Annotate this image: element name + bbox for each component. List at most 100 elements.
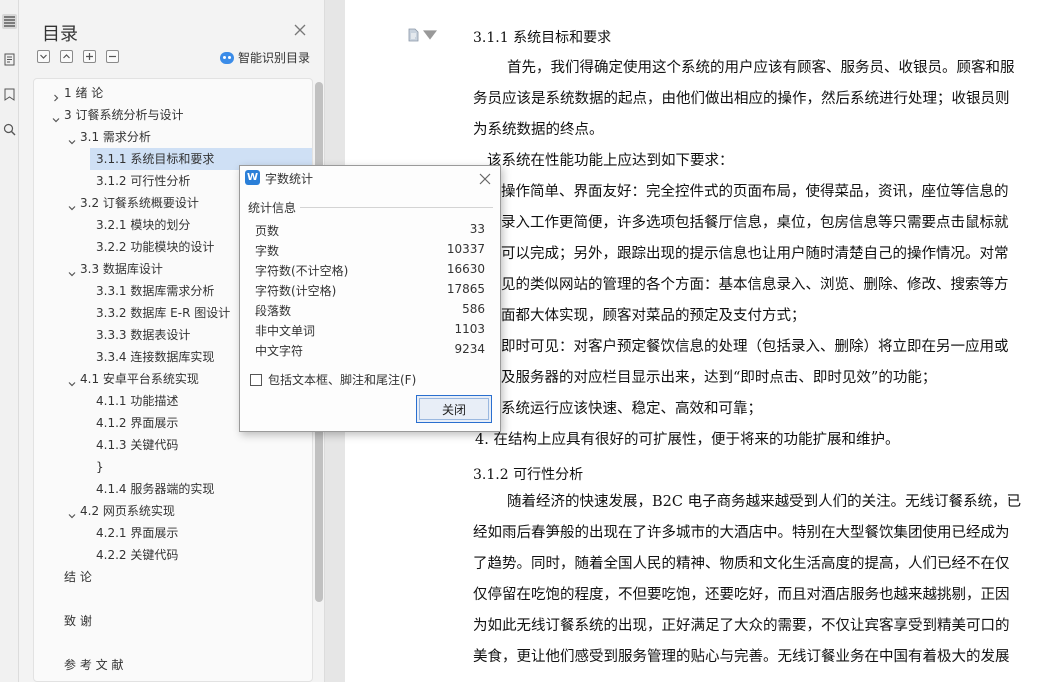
close-icon[interactable]: [478, 171, 492, 185]
toc-item[interactable]: [34, 588, 312, 610]
body-text-line: 首先，我们得确定使用这个系统的用户应该有顾客、服务员、收银员。顾客和服: [507, 60, 1015, 76]
stat-row: 段落数 586: [255, 299, 485, 319]
stat-value: 586: [462, 302, 485, 316]
chevron-down-icon[interactable]: [67, 506, 77, 519]
body-text-line: 系统运行应该快速、稳定、高效和可靠；: [501, 401, 762, 417]
add-heading-button[interactable]: [83, 50, 96, 63]
body-text-line: 4. 在结构上应具有很好的可扩展性，便于将来的功能扩展和维护。: [475, 432, 900, 448]
toc-item[interactable]: }: [34, 456, 312, 478]
toc-item[interactable]: 结 论: [34, 566, 312, 588]
document-icon: [408, 28, 419, 42]
toc-panel-icon[interactable]: [2, 14, 17, 29]
page-thumbnail-icon[interactable]: [2, 52, 17, 67]
stat-label: 字符数(计空格): [255, 284, 337, 298]
dialog-titlebar[interactable]: W 字数统计: [240, 166, 500, 190]
toc-item-label: 3 订餐系统分析与设计: [64, 108, 184, 122]
toc-item-label: 3.3.1 数据库需求分析: [96, 284, 215, 298]
bookmark-icon[interactable]: [2, 87, 17, 102]
nav-title: 目录: [42, 24, 78, 45]
toc-item[interactable]: 4.2 网页系统实现: [34, 500, 312, 522]
toc-item[interactable]: [34, 632, 312, 654]
toc-item[interactable]: 3.1 需求分析: [34, 126, 312, 148]
chevron-down-icon[interactable]: [67, 198, 77, 211]
toc-item-label: 3.1 需求分析: [80, 130, 151, 144]
word-count-dialog: W 字数统计 统计信息 页数 33 字数 10337 字符数(不计空格) 16630 字符数…: [239, 165, 501, 432]
toc-item-label: 4.2.2 关键代码: [96, 548, 179, 562]
checkbox[interactable]: [250, 373, 262, 386]
toc-item-label: 致 谢: [64, 614, 92, 628]
toc-item[interactable]: 参 考 文 献: [34, 654, 312, 676]
toc-item-label: 4.2.1 界面展示: [96, 526, 179, 540]
stat-value: 9234: [454, 342, 485, 356]
toc-item-label: 4.1.3 关键代码: [96, 438, 179, 452]
body-text-line: 操作简单、界面友好：完全控件式的页面布局，使得菜品，资讯，座位等信息的: [501, 184, 1009, 200]
chevron-down-icon[interactable]: [67, 132, 77, 145]
paragraph-menu[interactable]: [406, 28, 437, 42]
stat-row: 字符数(计空格) 17865: [255, 279, 485, 299]
stat-row: 非中文单词 1103: [255, 319, 485, 339]
toc-item-label: 3.1.2 可行性分析: [96, 174, 191, 188]
stat-row: 页数 33: [255, 219, 485, 239]
toc-item[interactable]: 4.2.1 界面展示: [34, 522, 312, 544]
chevron-down-icon: [423, 30, 437, 40]
chevron-down-icon[interactable]: [67, 374, 77, 387]
stat-row: 中文字符 9234: [255, 339, 485, 359]
body-text-line: 为系统数据的终点。: [473, 122, 604, 138]
stat-label: 中文字符: [255, 344, 304, 358]
section-heading: 3.1.1 系统目标和要求: [473, 30, 612, 46]
chevron-down-icon[interactable]: [67, 264, 77, 277]
toc-item-label: 3.3.3 数据表设计: [96, 328, 191, 342]
close-icon[interactable]: [293, 22, 307, 36]
include-notes-checkbox[interactable]: 包括文本框、脚注和尾注(F): [250, 371, 416, 388]
side-icon-rail: [0, 0, 19, 682]
body-text-line: 为如此无线订餐系统的出现，正好满足了大众的需要，不仅让宾客享受到精美可口的: [473, 618, 1010, 634]
checkbox-label: 包括文本框、脚注和尾注(F): [268, 373, 417, 387]
toc-item[interactable]: 致 谢: [34, 610, 312, 632]
remove-heading-button[interactable]: [106, 50, 119, 63]
toc-toolbar: [37, 50, 119, 63]
chevron-right-icon[interactable]: [51, 88, 61, 102]
stats-group-label: 统计信息: [248, 201, 297, 215]
stat-label: 字数: [255, 244, 280, 258]
stat-value: 1103: [454, 322, 485, 336]
body-text-line: 该系统在性能功能上应达到如下要求：: [487, 153, 734, 169]
stat-value: 10337: [446, 242, 485, 256]
stat-row: 字符数(不计空格) 16630: [255, 259, 485, 279]
body-text-line: 经如雨后春笋般的出现在了许多城市的大酒店中。特别在大型餐饮集团使用已经成为: [473, 525, 1010, 541]
search-icon[interactable]: [2, 122, 17, 137]
expand-all-button[interactable]: [37, 50, 50, 63]
chevron-down-icon[interactable]: [51, 110, 61, 123]
toc-item[interactable]: 4.1.3 关键代码: [34, 434, 312, 456]
toc-item-label: 3.2.2 功能模块的设计: [96, 240, 215, 254]
stat-label: 字符数(不计空格): [255, 264, 349, 278]
body-text-line: 录入工作更简便，许多选项包括餐厅信息，桌位，包房信息等只需要点击鼠标就: [501, 215, 1009, 231]
toc-item-label: 3.3 数据库设计: [80, 262, 163, 276]
stat-label: 非中文单词: [255, 324, 316, 338]
body-text-line: 随着经济的快速发展，B2C 电子商务越来越受到人们的关注。无线订餐系统，已: [507, 494, 1022, 510]
toc-item-label: 4.2 网页系统实现: [80, 504, 175, 518]
smart-toc-label: 智能识别目录: [238, 51, 311, 65]
ai-icon: [220, 51, 234, 64]
toc-item[interactable]: 4.1.4 服务器端的实现: [34, 478, 312, 500]
body-text-line: 仅停留在吃饱的程度，不但要吃饱，还要吃好，而且对酒店服务也越来越挑剔，正因: [473, 587, 1010, 603]
toc-item[interactable]: 4.2.2 关键代码: [34, 544, 312, 566]
app-logo-icon: W: [245, 170, 260, 185]
collapse-all-button[interactable]: [60, 50, 73, 63]
chevron-down-icon: [40, 54, 47, 59]
smart-toc-button[interactable]: 智能识别目录: [220, 49, 310, 66]
body-text-line: 了趋势。同时，随着全国人民的精神、物质和文化生活高度的提高，人们已经不在仅: [473, 556, 1010, 572]
toc-item-label: 4.1.4 服务器端的实现: [96, 482, 215, 496]
toc-item[interactable]: 1 绪 论: [34, 82, 312, 104]
toc-item-label: 参 考 文 献: [64, 658, 124, 672]
body-text-line: 可以完成；另外，跟踪出现的提示信息也让用户随时清楚自己的操作情况。对常: [501, 246, 1009, 262]
toc-item-label: 3.1.1 系统目标和要求: [96, 152, 215, 166]
plus-icon: [86, 53, 93, 60]
body-text-line: 务员应该是系统数据的起点，由他们做出相应的操作，然后系统进行处理；收银员则: [473, 91, 1010, 107]
close-button[interactable]: 关闭: [416, 395, 492, 423]
toc-item[interactable]: 3 订餐系统分析与设计: [34, 104, 312, 126]
stat-value: 17865: [446, 282, 485, 296]
minus-icon: [109, 55, 116, 58]
toc-item-label: 4.1.2 界面展示: [96, 416, 179, 430]
body-text-line: 面都大体实现，顾客对菜品的预定及支付方式；: [501, 308, 806, 324]
body-text-line: 即时可见：对客户预定餐饮信息的处理（包括录入、删除）将立即在另一应用或: [501, 339, 1009, 355]
